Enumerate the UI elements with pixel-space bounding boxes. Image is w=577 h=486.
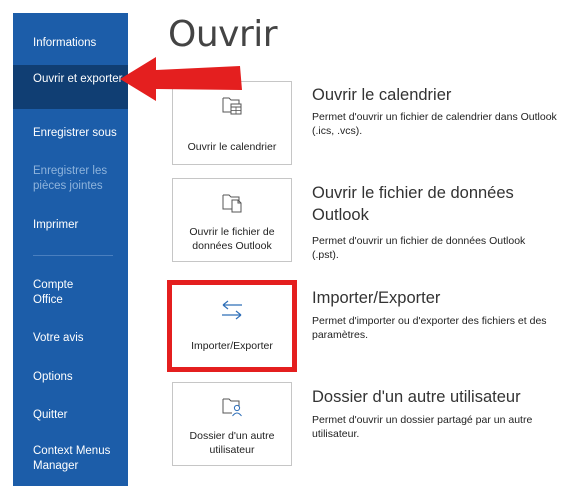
backstage-sidebar: Informations Ouvrir et exporter Enregist… (13, 13, 128, 486)
import-export-tile-label: Importer/Exporter (191, 340, 273, 352)
shared-folder-button[interactable]: Dossier d'un autre utilisateur (172, 382, 292, 466)
import-export-description: Permet d'importer ou d'exporter des fich… (312, 315, 547, 341)
shared-folder-icon (222, 398, 242, 417)
sidebar-item-enregistrer-pieces-jointes: Enregistrer les pièces jointes (33, 165, 108, 192)
open-data-file-tile-label: Ouvrir le fichier de données Outlook (189, 226, 275, 252)
sidebar-item-quitter[interactable]: Quitter (13, 408, 128, 423)
backstage-view: Informations Ouvrir et exporter Enregist… (0, 0, 577, 486)
open-calendar-tile-label: Ouvrir le calendrier (187, 141, 277, 153)
open-data-file-button[interactable]: Ouvrir le fichier de données Outlook (172, 178, 292, 262)
sidebar-divider (33, 255, 113, 256)
open-data-file-icon (222, 194, 242, 213)
shared-folder-description: Permet d'ouvrir un dossier partagé par u… (312, 414, 533, 440)
page-title: Ouvrir (168, 14, 278, 55)
import-export-icon (222, 300, 242, 320)
annotation-arrow-icon (120, 57, 242, 101)
sidebar-item-ouvrir-exporter[interactable]: Ouvrir et exporter (13, 65, 128, 109)
sidebar-item-informations[interactable]: Informations (13, 36, 128, 51)
open-data-file-title: Ouvrir le fichier de données Outlook (312, 184, 514, 224)
import-export-button[interactable]: Importer/Exporter (167, 280, 297, 372)
sidebar-item-options[interactable]: Options (13, 370, 128, 385)
shared-folder-title: Dossier d'un autre utilisateur (312, 388, 521, 406)
shared-folder-tile-label: Dossier d'un autre utilisateur (189, 430, 275, 456)
sidebar-item-votre-avis[interactable]: Votre avis (13, 331, 128, 346)
import-export-title: Importer/Exporter (312, 289, 441, 307)
sidebar-item-compte-office[interactable]: Compte Office (13, 278, 93, 308)
open-calendar-description: Permet d'ouvrir un fichier de calendrier… (312, 111, 557, 137)
open-data-file-description: Permet d'ouvrir un fichier de données Ou… (312, 235, 526, 261)
sidebar-item-context-menus-manager[interactable]: Context Menus Manager (13, 444, 118, 474)
sidebar-item-enregistrer-sous[interactable]: Enregistrer sous (13, 126, 128, 141)
sidebar-item-imprimer[interactable]: Imprimer (13, 218, 128, 233)
open-calendar-title: Ouvrir le calendrier (312, 86, 452, 104)
